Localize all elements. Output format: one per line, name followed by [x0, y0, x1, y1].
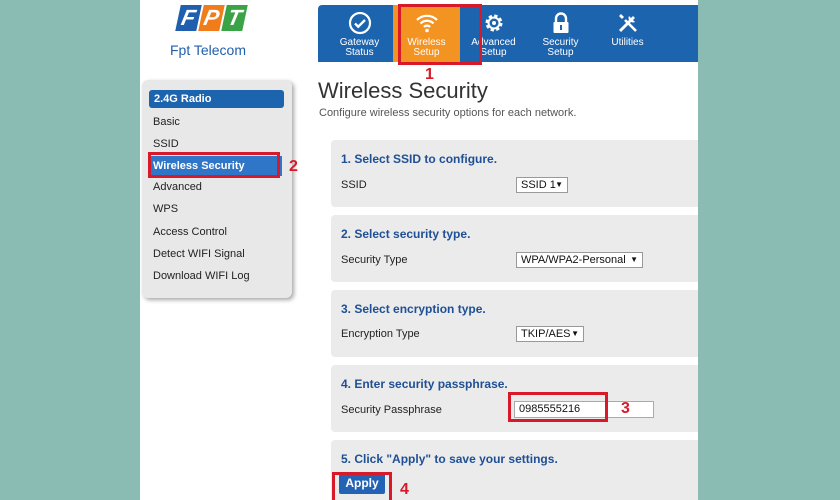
section-title: 5. Click "Apply" to save your settings. [341, 452, 558, 466]
sidebar-item-advanced[interactable]: Advanced [142, 176, 292, 198]
sidebar-item-basic[interactable]: Basic [142, 111, 292, 133]
ssid-select[interactable]: SSID 1 ▼ [516, 177, 568, 193]
nav-utilities[interactable]: Utilities [594, 5, 661, 62]
page-title: Wireless Security [318, 78, 488, 103]
lock-icon [553, 12, 568, 33]
section-title: 2. Select security type. [341, 227, 471, 241]
fpt-logo: F P T Fpt Telecom [140, 0, 318, 62]
callout-number: 2 [289, 158, 298, 175]
logo-letter-p: P [198, 5, 225, 31]
chevron-down-icon: ▼ [555, 180, 563, 189]
section-title: 3. Select encryption type. [341, 302, 486, 316]
encryption-type-label: Encryption Type [341, 328, 420, 340]
security-type-select-value: WPA/WPA2-Personal [521, 254, 626, 266]
security-type-section: 2. Select security type. Security Type W… [331, 215, 698, 282]
sidebar-item-wps[interactable]: WPS [142, 198, 292, 220]
logo-letter-t: T [221, 5, 248, 31]
callout-box-wireless-security [148, 152, 280, 178]
section-title: 1. Select SSID to configure. [341, 152, 498, 166]
sidebar-item-download-wifi-log[interactable]: Download WIFI Log [142, 265, 292, 287]
nav-security-setup[interactable]: Security Setup [527, 5, 594, 62]
encryption-section: 3. Select encryption type. Encryption Ty… [331, 290, 698, 357]
gauge-check-icon [348, 11, 371, 35]
callout-box-wireless-setup [398, 4, 482, 65]
chevron-down-icon: ▼ [630, 255, 638, 264]
logo-letter-f: F [175, 5, 202, 31]
callout-number: 3 [621, 400, 630, 417]
chevron-down-icon: ▼ [571, 329, 579, 338]
passphrase-label: Security Passphrase [341, 404, 442, 416]
callout-box-passphrase [508, 392, 608, 422]
logo-mark: F P T [175, 5, 248, 31]
security-type-select[interactable]: WPA/WPA2-Personal ▼ [516, 252, 643, 268]
router-admin-frame: F P T Fpt Telecom Gateway Status Wireles… [140, 0, 698, 500]
callout-number: 4 [400, 481, 409, 498]
sidebar: 2.4G Radio Basic SSID Wireless Security … [142, 80, 292, 298]
ssid-select-value: SSID 1 [521, 179, 556, 191]
callout-box-apply [332, 472, 392, 500]
section-title: 4. Enter security passphrase. [341, 377, 508, 391]
brand-name: Fpt Telecom [170, 42, 246, 58]
page-subtitle: Configure wireless security options for … [319, 107, 577, 119]
encryption-type-select-value: TKIP/AES [521, 328, 571, 340]
ssid-label: SSID [341, 179, 367, 191]
nav-label: Gateway Status [339, 37, 380, 58]
nav-label: Utilities [611, 37, 644, 48]
top-nav: Gateway Status Wireless Setup Advanced S… [318, 5, 698, 62]
encryption-type-select[interactable]: TKIP/AES ▼ [516, 326, 584, 342]
tools-icon [618, 14, 637, 33]
sidebar-item-access-control[interactable]: Access Control [142, 221, 292, 243]
nav-label: Security Setup [542, 37, 579, 58]
sidebar-item-detect-wifi-signal[interactable]: Detect WIFI Signal [142, 243, 292, 265]
callout-number: 1 [425, 66, 434, 83]
security-type-label: Security Type [341, 254, 408, 266]
sidebar-header: 2.4G Radio [149, 90, 284, 108]
ssid-section: 1. Select SSID to configure. SSID SSID 1… [331, 140, 698, 207]
nav-gateway-status[interactable]: Gateway Status [326, 5, 393, 62]
gear-icon [485, 14, 502, 32]
